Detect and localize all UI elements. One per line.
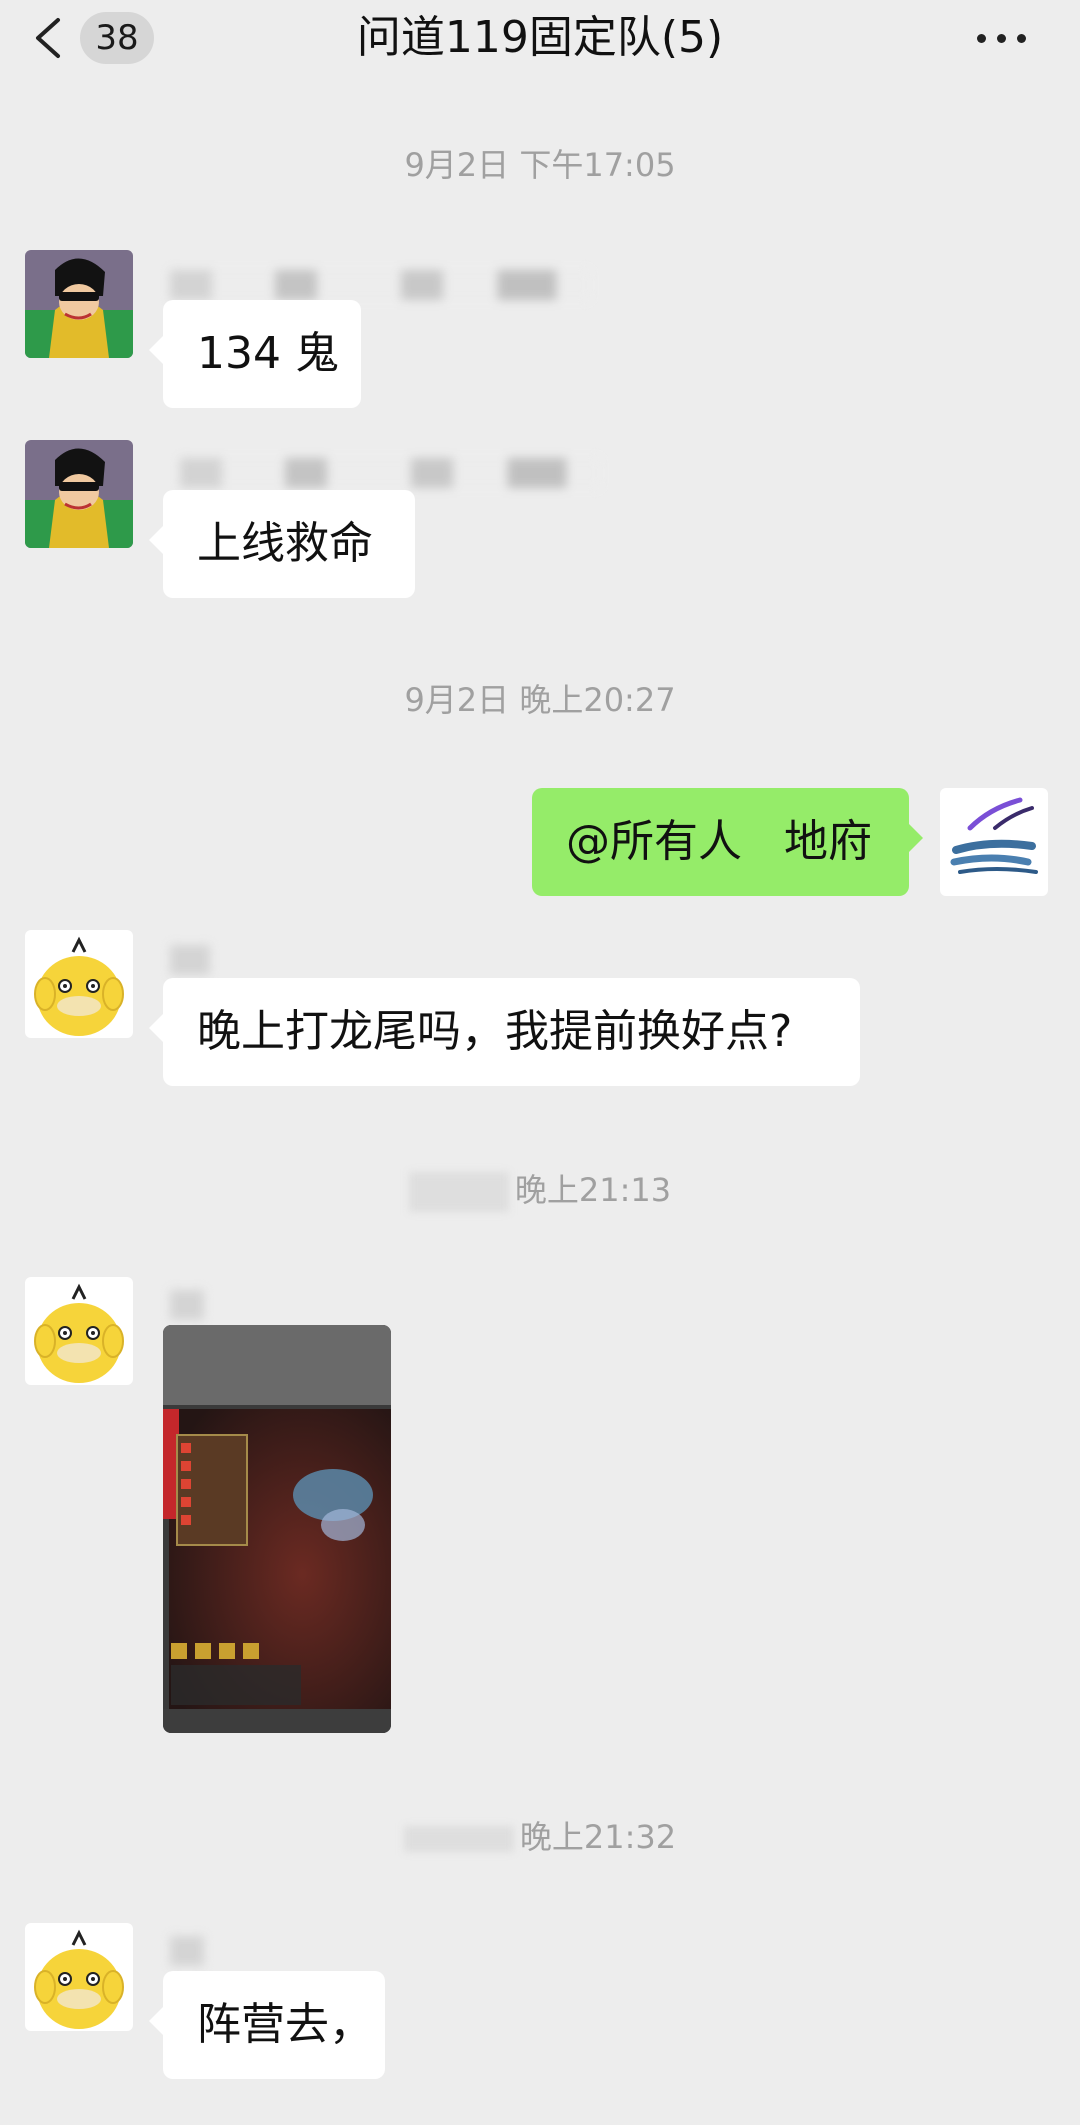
- chat-title: 问道119固定队(5): [356, 12, 724, 63]
- yellow-duck-avatar-icon[interactable]: [25, 1277, 133, 1385]
- timestamp: 9月2日 下午17:05: [404, 146, 676, 184]
- game-screenshot-photo[interactable]: [163, 1325, 391, 1733]
- chat-header: 38 问道119固定队(5): [0, 0, 1080, 80]
- yellow-duck-avatar-icon[interactable]: [25, 930, 133, 1038]
- brush-stroke-avatar-icon[interactable]: [940, 788, 1048, 896]
- ellipsis-icon[interactable]: [975, 30, 1031, 48]
- unread-count-badge[interactable]: 38: [80, 12, 154, 64]
- cartoon-man-avatar-icon[interactable]: [25, 440, 133, 548]
- sender-name-blurred: [170, 945, 210, 975]
- message-bubble[interactable]: 阵营去，: [149, 1971, 385, 2079]
- timestamp: 晚上21:32: [0, 1817, 1080, 1857]
- date-blurred: [403, 1826, 514, 1852]
- date-blurred: [408, 1172, 509, 1212]
- sender-name-blurred: [170, 1936, 204, 1966]
- sender-name-blurred: [170, 270, 590, 300]
- cartoon-man-avatar-icon[interactable]: [25, 250, 133, 358]
- chevron-left-icon[interactable]: [30, 16, 70, 60]
- message-bubble[interactable]: 134 鬼: [149, 300, 361, 408]
- message-bubble-outgoing[interactable]: @所有人 地府: [532, 788, 923, 896]
- sender-name-blurred: [180, 458, 600, 488]
- yellow-duck-avatar-icon[interactable]: [25, 1923, 133, 2031]
- timestamp: 9月2日 晚上20:27: [404, 681, 676, 719]
- message-bubble[interactable]: 上线救命: [149, 490, 415, 598]
- timestamp: 晚上21:13: [0, 1170, 1080, 1212]
- message-bubble[interactable]: 晚上打龙尾吗，我提前换好点?: [149, 978, 860, 1086]
- sender-name-blurred: [170, 1290, 204, 1320]
